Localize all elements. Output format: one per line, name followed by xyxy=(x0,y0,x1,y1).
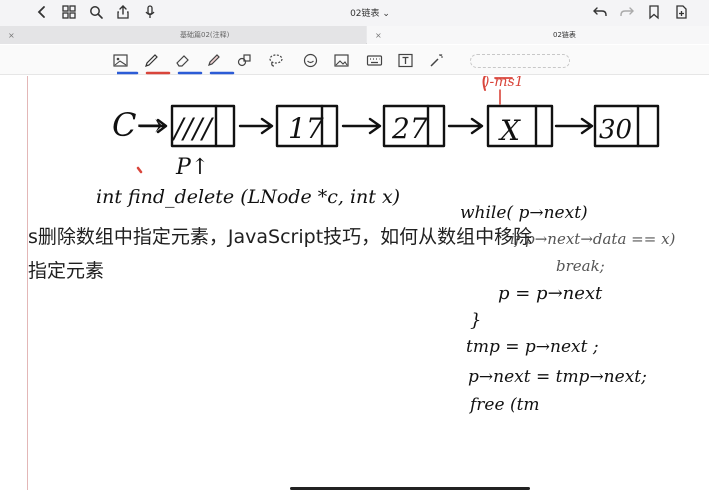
share-icon[interactable] xyxy=(113,2,133,22)
node-head-text: //// xyxy=(171,112,214,145)
microphone-icon[interactable] xyxy=(140,2,160,22)
node-27-text: 27 xyxy=(391,112,428,145)
tab-label: 基础篇02(注释) xyxy=(180,31,230,39)
arrow-3 xyxy=(447,117,484,135)
redo-icon[interactable] xyxy=(617,2,637,22)
keyboard-icon[interactable] xyxy=(364,50,384,70)
tab-linked-list-02[interactable]: × 02链表 xyxy=(367,26,709,44)
undo-icon[interactable] xyxy=(590,2,610,22)
tab-label: 02链表 xyxy=(553,31,576,39)
pointer-label: C→ xyxy=(112,106,163,144)
node-box-x xyxy=(486,104,554,148)
close-tab-icon[interactable]: × xyxy=(375,31,382,40)
article-title-overlay: s删除数组中指定元素，JavaScript技巧，如何从数组中移除 指定元素 xyxy=(28,220,709,288)
code-line-6: tmp = p→next ; xyxy=(466,337,599,357)
sticker-icon[interactable] xyxy=(300,50,320,70)
highlighter-icon[interactable] xyxy=(203,50,223,70)
function-signature: int find_delete (LNode *c, int x) xyxy=(96,186,400,208)
overlay-line-1: s删除数组中指定元素，JavaScript技巧，如何从数组中移除 xyxy=(28,226,533,248)
note-canvas[interactable]: C→ //// 17 27 X 30 )-ms1 P↑ int find_del… xyxy=(0,76,709,490)
eraser-icon[interactable] xyxy=(172,50,192,70)
text-box-icon[interactable] xyxy=(395,50,415,70)
bookmark-icon[interactable] xyxy=(644,2,664,22)
code-line-8: free (tm xyxy=(468,395,540,415)
tab-strip: × 基础篇02(注释) × 02链表 xyxy=(0,26,709,44)
arrow-2 xyxy=(341,117,382,135)
title-bar: 02链表 ⌄ xyxy=(0,0,709,26)
arrow-4 xyxy=(554,117,594,135)
code-line-5: } xyxy=(470,310,481,331)
code-line-7: p→next = tmp→next; xyxy=(468,367,647,387)
red-annotation: )-ms1 xyxy=(483,76,524,90)
tab-basics-02[interactable]: × 基础篇02(注释) xyxy=(0,26,366,44)
laser-pointer-icon[interactable] xyxy=(426,50,446,70)
node-30-text: 30 xyxy=(599,115,632,145)
node-17-text: 17 xyxy=(288,112,324,145)
overlay-line-2: 指定元素 xyxy=(28,260,105,282)
arrow-1 xyxy=(238,117,274,135)
add-page-icon[interactable] xyxy=(671,2,691,22)
p-pointer-label: P↑ xyxy=(175,155,209,180)
drawing-toolbar xyxy=(0,45,709,75)
lasso-icon[interactable] xyxy=(265,50,285,70)
selected-tool-indicator xyxy=(117,71,235,75)
toolbar-options[interactable] xyxy=(470,54,570,68)
grid-view-icon[interactable] xyxy=(59,2,79,22)
image-select-icon[interactable] xyxy=(110,50,130,70)
image-insert-icon[interactable] xyxy=(331,50,351,70)
shapes-icon[interactable] xyxy=(234,50,254,70)
node-x-text: X xyxy=(498,114,521,147)
close-tab-icon[interactable]: × xyxy=(8,31,15,40)
search-icon[interactable] xyxy=(86,2,106,22)
pen-icon[interactable] xyxy=(141,50,161,70)
document-title[interactable]: 02链表 ⌄ xyxy=(330,6,410,19)
back-icon[interactable] xyxy=(32,2,52,22)
